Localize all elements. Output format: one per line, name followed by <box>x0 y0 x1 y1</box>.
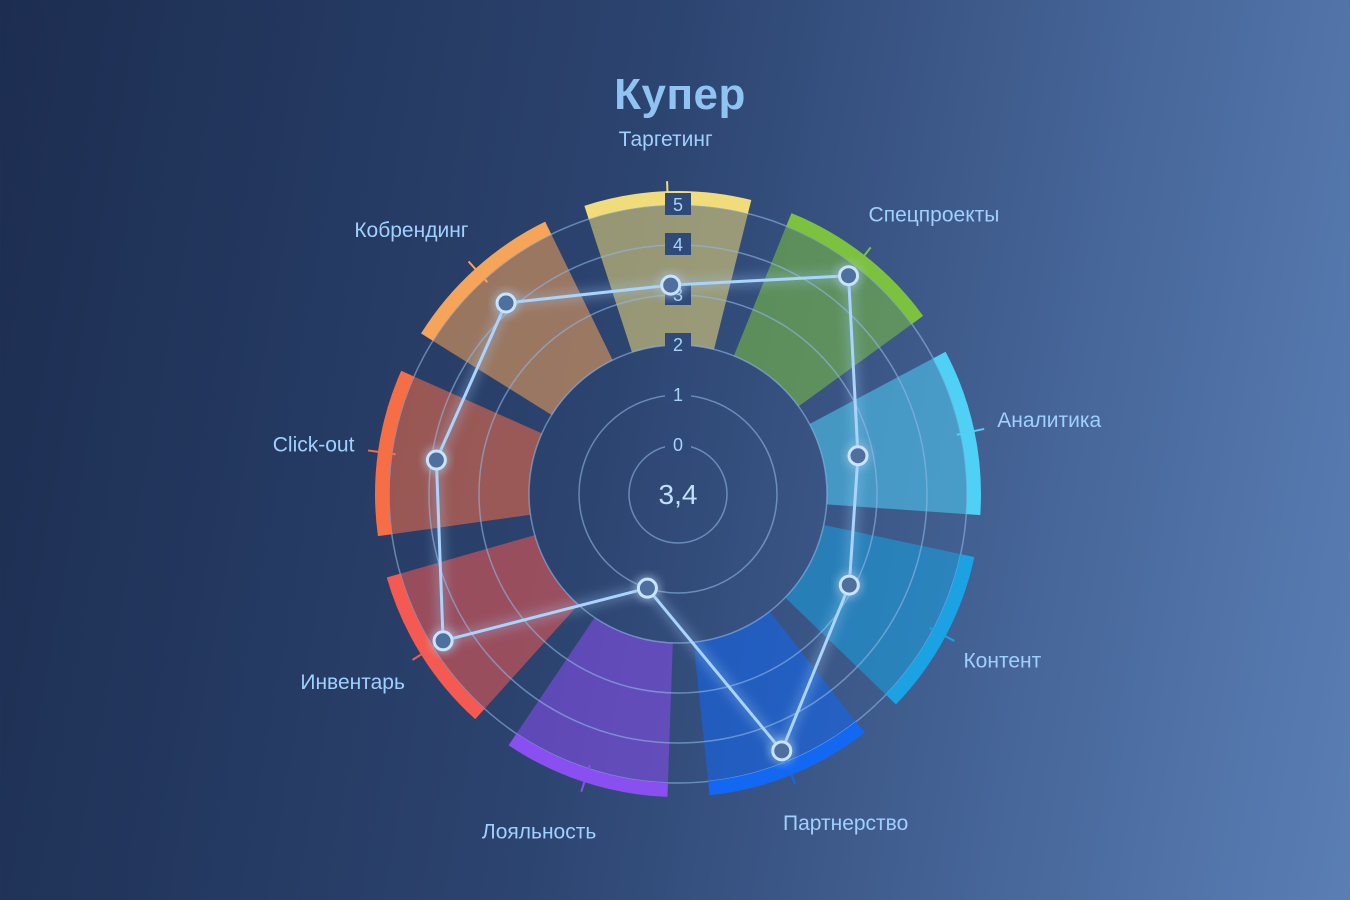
category-label-4: Лояльность <box>482 821 596 844</box>
category-label-8: Таргетинг <box>619 128 713 151</box>
category-label-5: Инвентарь <box>300 671 405 694</box>
data-point-0 <box>838 265 860 287</box>
data-point-8 <box>660 274 682 296</box>
category-label-0: Спецпроекты <box>869 203 1000 226</box>
radial-tick-4: 4 <box>673 235 683 255</box>
radial-tick-1: 1 <box>673 385 683 405</box>
data-point-5 <box>432 630 454 652</box>
data-point-1 <box>847 445 869 467</box>
category-label-2: Контент <box>963 650 1041 673</box>
radial-tick-5: 5 <box>673 195 683 215</box>
sector-6 <box>389 376 542 535</box>
data-point-6 <box>425 449 447 471</box>
radial-tick-2: 2 <box>673 335 683 355</box>
data-point-3 <box>771 740 793 762</box>
category-label-3: Партнерство <box>783 812 908 835</box>
radial-tick-0: 0 <box>673 435 683 455</box>
category-label-7: Кобрендинг <box>354 219 468 242</box>
category-label-6: Click-out <box>273 434 355 457</box>
data-point-7 <box>495 292 517 314</box>
sector-7 <box>432 234 613 416</box>
sector-1 <box>809 358 967 515</box>
category-label-1: Аналитика <box>997 409 1101 432</box>
data-point-2 <box>838 574 860 596</box>
sector-0 <box>733 226 912 407</box>
center-score: 3,4 <box>659 479 698 510</box>
radar-chart: 012345 СпецпроектыАналитикаКонтентПартне… <box>273 128 1102 844</box>
data-point-4 <box>636 577 658 599</box>
